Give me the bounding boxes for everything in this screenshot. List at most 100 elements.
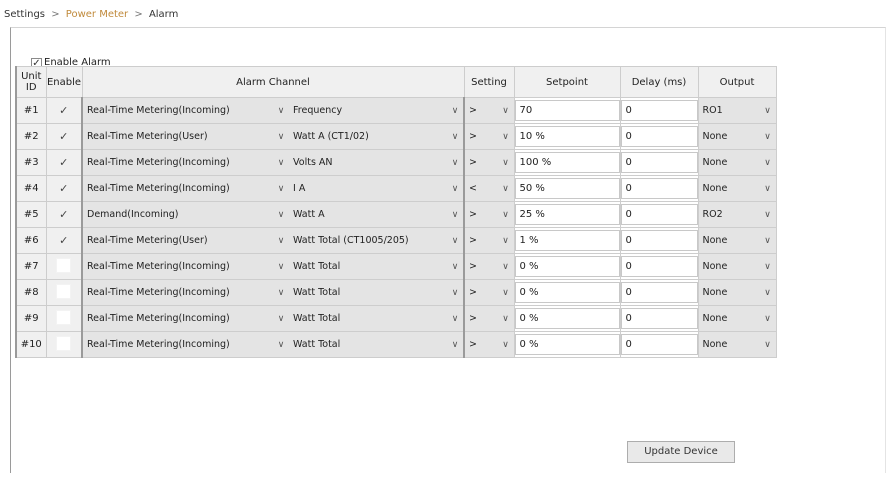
delay-input[interactable]: 0 — [621, 282, 697, 303]
enable-checkbox[interactable] — [56, 335, 72, 351]
setpoint-input[interactable]: 0 % — [515, 334, 619, 355]
breadcrumb-item-alarm: Alarm — [148, 9, 179, 20]
channel-source-select[interactable]: Real-Time Metering(Incoming) ∨ — [84, 306, 289, 331]
output-select[interactable]: None ∨ — [699, 254, 775, 279]
setting-select[interactable]: > ∨ — [466, 124, 513, 149]
chevron-down-icon: ∨ — [451, 339, 459, 350]
channel-source-select[interactable]: Real-Time Metering(Incoming) ∨ — [84, 280, 289, 305]
channel-parameter-select[interactable]: Watt A (CT1/02) ∨ — [289, 124, 463, 149]
channel-parameter-select[interactable]: Watt Total (CT1005/205) ∨ — [289, 228, 463, 253]
channel-source-select[interactable]: Real-Time Metering(Incoming) ∨ — [84, 332, 289, 357]
setpoint-input[interactable]: 0 % — [515, 282, 619, 303]
setting-select[interactable]: > ∨ — [466, 228, 513, 253]
enable-checkbox[interactable] — [56, 309, 72, 325]
setting-select[interactable]: > ∨ — [466, 150, 513, 175]
enable-checkbox[interactable]: ✓ — [56, 207, 71, 222]
channel-parameter-select[interactable]: Watt Total ∨ — [289, 306, 463, 331]
unit-id-cell: #7 — [15, 253, 47, 280]
enable-checkbox[interactable] — [56, 283, 72, 299]
breadcrumb-separator: > — [134, 9, 143, 20]
header-setpoint: Setpoint — [513, 66, 621, 98]
setting-select[interactable]: > ∨ — [466, 98, 513, 123]
channel-source-select[interactable]: Real-Time Metering(User) ∨ — [84, 124, 289, 149]
breadcrumb-separator: > — [51, 9, 60, 20]
delay-input[interactable]: 0 — [621, 256, 697, 277]
setting-cell: < ∨ — [463, 175, 515, 202]
output-cell: None ∨ — [697, 149, 777, 176]
alarm-channel-cell: Demand(Incoming) ∨ Watt A ∨ — [81, 201, 465, 228]
output-select[interactable]: None ∨ — [699, 228, 775, 253]
delay-input[interactable]: 0 — [621, 334, 697, 355]
breadcrumb-item-settings[interactable]: Settings — [4, 9, 45, 20]
delay-input[interactable]: 0 — [621, 204, 697, 225]
channel-parameter-select[interactable]: I A ∨ — [289, 176, 463, 201]
channel-source-select[interactable]: Demand(Incoming) ∨ — [84, 202, 289, 227]
output-select[interactable]: RO1 ∨ — [699, 98, 775, 123]
channel-parameter-value: Watt Total — [293, 339, 341, 350]
setting-select[interactable]: > ∨ — [466, 202, 513, 227]
output-select[interactable]: None ∨ — [699, 176, 775, 201]
delay-cell: 0 — [619, 253, 699, 280]
setting-select[interactable]: > ∨ — [466, 332, 513, 357]
output-select[interactable]: None ∨ — [699, 280, 775, 305]
output-select[interactable]: None ∨ — [699, 124, 775, 149]
output-cell: None ∨ — [697, 305, 777, 332]
channel-parameter-select[interactable]: Watt Total ∨ — [289, 280, 463, 305]
setpoint-input[interactable]: 0 % — [515, 308, 619, 329]
enable-checkbox[interactable]: ✓ — [56, 181, 71, 196]
channel-parameter-select[interactable]: Watt Total ∨ — [289, 254, 463, 279]
setting-select[interactable]: > ∨ — [466, 280, 513, 305]
chevron-down-icon: ∨ — [764, 235, 771, 246]
output-select[interactable]: RO2 ∨ — [699, 202, 775, 227]
chevron-down-icon: ∨ — [764, 339, 771, 350]
alarm-channel-cell: Real-Time Metering(Incoming) ∨ Watt Total ∨ — [81, 305, 465, 332]
channel-source-select[interactable]: Real-Time Metering(Incoming) ∨ — [84, 254, 289, 279]
channel-parameter-select[interactable]: Watt A ∨ — [289, 202, 463, 227]
alarm-channel-cell: Real-Time Metering(Incoming) ∨ I A ∨ — [81, 175, 465, 202]
channel-parameter-select[interactable]: Frequency ∨ — [289, 98, 463, 123]
delay-input[interactable]: 0 — [621, 152, 697, 173]
setpoint-input[interactable]: 25 % — [515, 204, 619, 225]
setting-select[interactable]: > ∨ — [466, 306, 513, 331]
enable-checkbox[interactable] — [56, 257, 72, 273]
chevron-down-icon: ∨ — [277, 261, 285, 272]
channel-source-select[interactable]: Real-Time Metering(Incoming) ∨ — [84, 176, 289, 201]
header-setting: Setting — [463, 66, 515, 98]
output-select[interactable]: None ∨ — [699, 150, 775, 175]
update-device-button[interactable]: Update Device — [627, 441, 735, 463]
setpoint-input[interactable]: 0 % — [515, 256, 619, 277]
delay-input[interactable]: 0 — [621, 100, 697, 121]
enable-checkbox[interactable]: ✓ — [56, 233, 71, 248]
channel-parameter-select[interactable]: Volts AN ∨ — [289, 150, 463, 175]
channel-source-select[interactable]: Real-Time Metering(Incoming) ∨ — [84, 98, 289, 123]
enable-checkbox[interactable]: ✓ — [56, 129, 71, 144]
setting-select[interactable]: < ∨ — [466, 176, 513, 201]
setpoint-input[interactable]: 100 % — [515, 152, 619, 173]
enable-checkbox[interactable]: ✓ — [56, 155, 71, 170]
channel-source-select[interactable]: Real-Time Metering(Incoming) ∨ — [84, 150, 289, 175]
delay-input[interactable]: 0 — [621, 178, 697, 199]
setpoint-input[interactable]: 70 — [515, 100, 619, 121]
channel-source-select[interactable]: Real-Time Metering(User) ∨ — [84, 228, 289, 253]
channel-source-value: Real-Time Metering(Incoming) — [87, 313, 230, 324]
channel-parameter-select[interactable]: Watt Total ∨ — [289, 332, 463, 357]
chevron-down-icon: ∨ — [764, 157, 771, 168]
delay-cell: 0 — [619, 305, 699, 332]
header-delay: Delay (ms) — [619, 66, 699, 98]
delay-input[interactable]: 0 — [621, 126, 697, 147]
setting-select[interactable]: > ∨ — [466, 254, 513, 279]
output-select[interactable]: None ∨ — [699, 332, 775, 357]
channel-parameter-value: Volts AN — [293, 157, 333, 168]
chevron-down-icon: ∨ — [451, 105, 459, 116]
enable-cell — [45, 305, 83, 332]
setpoint-input[interactable]: 50 % — [515, 178, 619, 199]
setpoint-input[interactable]: 10 % — [515, 126, 619, 147]
table-row: #6 ✓ Real-Time Metering(User) ∨ Watt Total (… — [15, 227, 777, 254]
setpoint-input[interactable]: 1 % — [515, 230, 619, 251]
table-row: #8 Real-Time Metering(Incoming) ∨ Watt Tota… — [15, 279, 777, 306]
output-select[interactable]: None ∨ — [699, 306, 775, 331]
enable-checkbox[interactable]: ✓ — [56, 103, 71, 118]
breadcrumb-item-power-meter[interactable]: Power Meter — [66, 9, 128, 20]
delay-input[interactable]: 0 — [621, 230, 697, 251]
delay-input[interactable]: 0 — [621, 308, 697, 329]
